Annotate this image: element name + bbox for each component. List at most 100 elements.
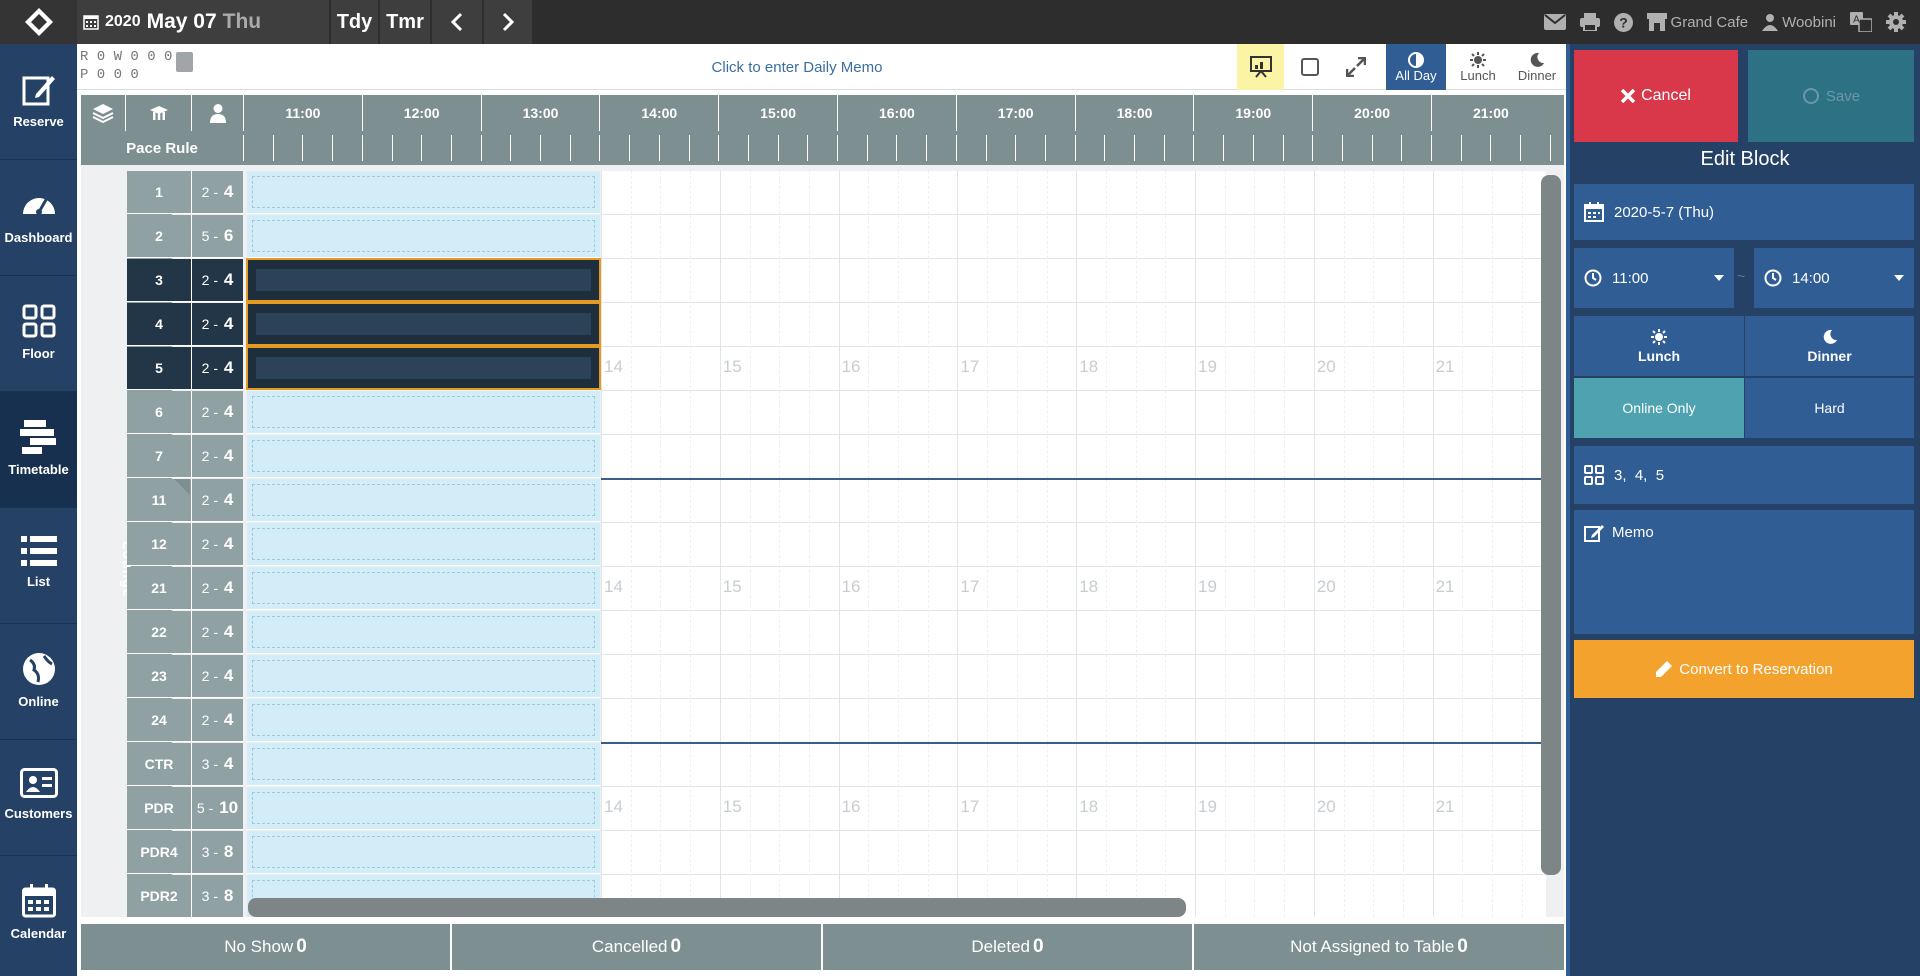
table-name[interactable]: 24 <box>127 699 192 742</box>
restaurant-selector[interactable]: Grand Cafe <box>1646 13 1748 31</box>
table-name[interactable]: 6 <box>127 391 192 434</box>
layers-icon[interactable] <box>81 95 126 131</box>
pace-rule-slot[interactable] <box>985 135 987 161</box>
pace-rule-slot[interactable] <box>1134 135 1135 161</box>
next-day-button[interactable] <box>484 0 532 44</box>
pace-rule-slot[interactable] <box>629 135 631 161</box>
table-name[interactable]: 3 <box>127 259 192 302</box>
table-row[interactable]: 22 2 - 4 <box>81 611 1564 654</box>
pace-rule-slot[interactable] <box>1520 135 1522 161</box>
footer-no-show[interactable]: No Show 0 <box>81 924 450 970</box>
pace-rule-slot[interactable] <box>807 135 809 161</box>
pace-rule-slot[interactable] <box>837 135 838 161</box>
tables-field[interactable]: 3, 4, 5 <box>1574 446 1914 504</box>
pace-rule-slot[interactable] <box>540 135 541 161</box>
save-button[interactable]: Save <box>1748 50 1914 142</box>
view-dinner-button[interactable]: Dinner <box>1508 44 1566 90</box>
nav-online[interactable]: Online <box>0 624 77 740</box>
date-selector[interactable]: 2020 May 07 Thu <box>77 0 329 44</box>
pace-rule-slot[interactable] <box>1401 135 1403 161</box>
pace-rule-slot[interactable] <box>480 135 482 161</box>
block-bar[interactable] <box>246 258 601 302</box>
table-row[interactable]: CTR 3 - 4 <box>81 743 1564 786</box>
presentation-view-button[interactable] <box>1237 44 1284 90</box>
table-row[interactable]: 21 2 - 4 <box>81 567 1564 610</box>
pace-rule-slot[interactable] <box>391 135 393 161</box>
nav-customers[interactable]: Customers <box>0 740 77 856</box>
block-slot[interactable] <box>247 391 600 434</box>
table-row[interactable]: 23 2 - 4 <box>81 655 1564 698</box>
memo-textarea[interactable]: Memo <box>1574 510 1914 634</box>
block-slot[interactable] <box>247 567 600 610</box>
block-slot[interactable] <box>247 743 600 786</box>
pace-rule-slot[interactable] <box>896 135 898 161</box>
table-sort-icon[interactable] <box>127 95 192 131</box>
pace-rule-slot[interactable] <box>926 135 928 161</box>
app-logo-icon[interactable] <box>0 0 77 44</box>
block-slot[interactable] <box>247 831 600 874</box>
table-row[interactable]: 24 2 - 4 <box>81 699 1564 742</box>
table-name[interactable]: 21 <box>127 567 192 610</box>
footer-not-assigned[interactable]: Not Assigned to Table 0 <box>1194 924 1564 970</box>
online-only-toggle[interactable]: Online Only <box>1574 378 1744 438</box>
pace-rule-slot[interactable] <box>1193 135 1195 161</box>
vertical-scrollbar[interactable] <box>1541 175 1561 875</box>
daily-memo-link[interactable]: Click to enter Daily Memo <box>77 44 1317 90</box>
block-slot[interactable] <box>247 699 600 742</box>
table-row[interactable]: PDR 5 - 10 <box>81 787 1564 830</box>
pace-rule-slot[interactable] <box>777 135 779 161</box>
dinner-button[interactable]: Dinner <box>1745 316 1914 376</box>
table-row[interactable]: 32 - 4 <box>81 258 1564 302</box>
convert-to-reservation-button[interactable]: Convert to Reservation <box>1574 640 1914 698</box>
nav-dashboard[interactable]: Dashboard <box>0 160 77 276</box>
block-slot[interactable] <box>247 435 600 478</box>
pace-rule-slot[interactable] <box>1282 135 1284 161</box>
block-slot[interactable] <box>247 215 600 258</box>
table-name[interactable]: 23 <box>127 655 192 698</box>
pace-rule-slot[interactable] <box>688 135 690 161</box>
pace-rule-slot[interactable] <box>747 135 749 161</box>
table-row[interactable]: 52 - 4 <box>81 346 1564 390</box>
help-icon[interactable]: ? <box>1613 12 1633 32</box>
pace-rule-slot[interactable] <box>272 135 274 161</box>
table-name[interactable]: 5 <box>127 347 192 390</box>
footer-cancelled[interactable]: Cancelled 0 <box>452 924 821 970</box>
user-menu[interactable]: Woobini <box>1762 13 1836 31</box>
pace-rule-slot[interactable] <box>1163 135 1165 161</box>
table-row[interactable]: PDR4 3 - 8 <box>81 831 1564 874</box>
block-slot[interactable] <box>247 523 600 566</box>
block-date-field[interactable]: 2020-5-7 (Thu) <box>1574 184 1914 240</box>
pace-rule-slot[interactable] <box>1015 135 1017 161</box>
horizontal-scrollbar[interactable] <box>248 898 1186 917</box>
language-icon[interactable]: A <box>1850 12 1872 32</box>
table-row[interactable]: 12 2 - 4 <box>81 523 1564 566</box>
table-row[interactable]: 42 - 4 <box>81 302 1564 346</box>
today-button[interactable]: Tdy <box>331 0 378 44</box>
pace-rule-slot[interactable] <box>332 135 334 161</box>
lunch-button[interactable]: Lunch <box>1574 316 1744 376</box>
cancel-button[interactable]: Cancel <box>1574 50 1738 142</box>
pace-rule-slot[interactable] <box>1074 135 1076 161</box>
nav-list[interactable]: List <box>0 508 77 624</box>
pace-rule-slot[interactable] <box>361 135 363 161</box>
pace-rule-slot[interactable] <box>421 135 423 161</box>
block-bar[interactable] <box>246 302 601 346</box>
footer-deleted[interactable]: Deleted 0 <box>823 924 1192 970</box>
start-time-select[interactable]: 11:00 <box>1574 248 1734 308</box>
fullscreen-button[interactable] <box>1334 44 1378 90</box>
pace-rule-slot[interactable] <box>1252 135 1254 161</box>
pace-rule-slot[interactable] <box>599 135 601 161</box>
pace-rule-slot[interactable] <box>1044 135 1046 161</box>
table-name[interactable]: 7 <box>127 435 192 478</box>
pace-rule-slot[interactable] <box>510 135 512 161</box>
end-time-select[interactable]: 14:00 <box>1754 248 1914 308</box>
pace-rule-slot[interactable] <box>1104 135 1106 161</box>
pace-rule-slot[interactable] <box>1431 135 1432 161</box>
printer-icon[interactable] <box>1579 13 1600 31</box>
table-name[interactable]: PDR <box>127 787 192 830</box>
block-slot[interactable] <box>247 479 600 522</box>
block-slot[interactable] <box>247 171 600 214</box>
table-name[interactable]: 12 <box>127 523 192 566</box>
settings-gear-icon[interactable] <box>1886 12 1906 32</box>
pace-rule-slot[interactable] <box>1341 135 1343 161</box>
